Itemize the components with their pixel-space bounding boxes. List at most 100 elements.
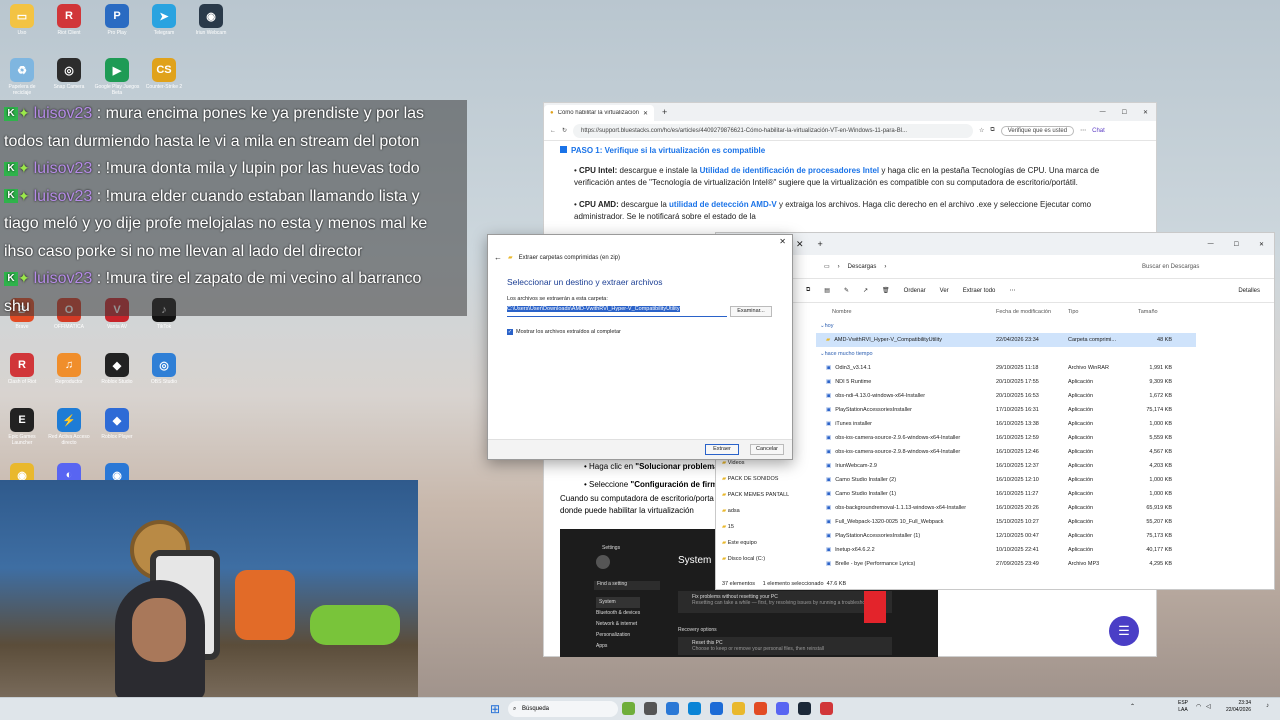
menu-icon[interactable]: ⋯ [1080,127,1086,134]
desktop-icon[interactable]: ◎ OBS Studio [141,353,187,385]
explorer-address[interactable]: Descargas [848,264,877,270]
sidebar-item[interactable]: ▰ PACK DE SONIDOS [722,471,812,487]
desktop-icon[interactable]: ▭ Uso [0,4,45,36]
reload-icon[interactable]: ↻ [562,127,567,134]
collections-icon[interactable]: ⧉ [990,127,994,134]
maximize-icon[interactable]: ☐ [1114,109,1135,116]
explorer-maximize-icon[interactable]: ☐ [1224,241,1249,248]
sort-button[interactable]: Ordenar [904,288,926,294]
sidebar-item[interactable]: ▰ Este equipo [722,535,812,551]
file-row[interactable]: ▣ obs-ios-camera-source-2.9.8-windows-x64… [816,445,1196,459]
lang-indicator[interactable]: ESP LAA [1178,700,1188,714]
file-row[interactable]: ▣ Camo Studio Installer (1) 16/10/2025 11:… [816,487,1196,501]
explorer-close-icon[interactable]: ✕ [1249,241,1274,248]
chat-bubble-button[interactable]: ☰ [1109,616,1139,646]
file-row[interactable]: ▣ Odin3_v3.14.1 29/10/2025 11:18 Archivo Wi… [816,361,1196,375]
taskbar-app-icon[interactable] [732,702,745,715]
desktop-icon[interactable]: ◉ Iriun Webcam [188,4,234,36]
taskbar-app-icon[interactable] [798,702,811,715]
desktop-icon[interactable]: ♫ Reproductor [46,353,92,385]
desktop-icon[interactable]: ◎ Snap Camera [46,58,92,90]
view-button[interactable]: Ver [940,288,949,294]
file-row[interactable]: ▣ Camo Studio Installer (2) 16/10/2025 12:… [816,473,1196,487]
volume-icon[interactable]: ◁ [1206,703,1211,710]
extract-button[interactable]: Extraer [705,444,739,455]
taskbar-app-icon[interactable] [666,702,679,715]
taskbar-app-icon[interactable] [820,702,833,715]
clock[interactable]: 23:34 22/04/2026 [1226,700,1251,714]
browse-button[interactable]: Examinar... [730,306,772,317]
destination-path-input[interactable]: C:\Users\User\Downloads\AMD-VwithRVI_Hyp… [507,306,727,317]
col-name[interactable]: Nombre [816,309,996,315]
file-row[interactable]: ▣ Brelle - bye (Performance Lyrics) 27/09/… [816,557,1196,571]
new-tab-icon[interactable]: + [662,107,667,117]
favorite-icon[interactable]: ☆ [979,127,984,134]
desktop-icon[interactable]: R Clash of Riot [0,353,45,385]
copy-icon[interactable]: ⧉ [806,287,810,294]
desktop-icon[interactable]: E Epic Games Launcher [0,408,45,446]
col-type[interactable]: Tipo [1068,309,1138,315]
show-files-checkbox-row[interactable]: ✓ Mostrar los archivos extraídos al comp… [507,329,621,335]
start-icon[interactable]: ⊞ [490,702,500,716]
sidebar-item[interactable]: ▰ 15 [722,519,812,535]
taskbar-app-icon[interactable] [688,702,701,715]
file-row[interactable]: ▣ PlayStationAccessoriesInstaller 17/10/20… [816,403,1196,417]
extract-all-button[interactable]: Extraer todo [963,288,996,294]
browser-tab[interactable]: ● Cómo habilitar la virtualización (VT..… [544,105,654,121]
explorer-minimize-icon[interactable]: — [1198,241,1224,247]
explorer-tab-close-icon[interactable]: ✕ [796,239,804,250]
group-header-old[interactable]: ⌄ hace mucho tiempo [816,347,1196,361]
file-row[interactable]: ▣ obs-backgroundremoval-1.1.13-windows-x6… [816,501,1196,515]
sidebar-item[interactable]: ▰ Disco local (C:) [722,551,812,567]
taskbar-search[interactable]: ⌕ Búsqueda [508,701,618,717]
intel-utility-link[interactable]: Utilidad de identificación de procesador… [700,166,880,175]
cancel-button[interactable]: Cancelar [750,444,784,455]
desktop-icon[interactable]: CS Counter-Strike 2 [141,58,187,90]
sidebar-item[interactable]: ▰ PACK MEMES PANTALL [722,487,812,503]
taskbar-app-icon[interactable] [776,702,789,715]
notification-icon[interactable]: ♪ [1266,703,1269,709]
explorer-new-tab-icon[interactable]: + [818,239,823,249]
file-row[interactable]: ▣ IriunWebcam-2.9 16/10/2025 12:37 Aplicaci… [816,459,1196,473]
file-row[interactable]: ▣ iTunes installer 16/10/2025 13:38 Aplicac… [816,417,1196,431]
taskbar-app-icon[interactable] [644,702,657,715]
desktop-icon[interactable]: P Pro Play [94,4,140,36]
back-icon[interactable]: ← [550,128,556,134]
file-row[interactable]: ▣ obs-ndi-4.13.0-windows-x64-Installer 20/… [816,389,1196,403]
taskbar-app-icon[interactable] [754,702,767,715]
desktop-icon[interactable]: ◆ Roblox Studio [94,353,140,385]
taskbar-app-icon[interactable] [710,702,723,715]
desktop-icon[interactable]: ➤ Telegram [141,4,187,36]
file-row[interactable]: ▣ PlayStationAccessoriesInstaller (1) 12/1… [816,529,1196,543]
file-row[interactable]: ▣ NDI 5 Runtime 20/10/2025 17:55 Aplicación… [816,375,1196,389]
dialog-close-icon[interactable]: ✕ [779,237,786,246]
details-button[interactable]: Detalles [1238,288,1260,294]
share-icon[interactable]: ↗ [863,287,868,294]
rename-icon[interactable]: ✎ [844,287,849,294]
desktop-icon[interactable]: ⚡ Red Activa Acceso directo [46,408,92,446]
col-size[interactable]: Tamaño [1138,309,1172,315]
desktop-icon[interactable]: R Riot Client [46,4,92,36]
desktop-icon[interactable]: ▶ Google Play Juegos Beta [94,58,140,96]
col-date[interactable]: Fecha de modificación [996,309,1068,315]
taskbar-app-icon[interactable] [622,702,635,715]
checkbox-checked-icon[interactable]: ✓ [507,329,513,335]
desktop-icon[interactable]: ♻ Papelera de reciclaje [0,58,45,96]
close-icon[interactable]: ✕ [1135,109,1156,116]
more-icon[interactable]: ⋯ [1009,287,1015,294]
url-input[interactable]: https://support.bluestacks.com/hc/es/art… [573,123,974,138]
back-arrow-icon[interactable]: ← [494,253,502,262]
file-row[interactable]: ▣ Full_Webpack-1320-0025 10_Full_Webpack 1… [816,515,1196,529]
explorer-search-input[interactable]: Buscar en Descargas [1142,264,1262,270]
file-row[interactable]: ▣ obs-ios-camera-source-2.9.6-windows-x64… [816,431,1196,445]
file-row[interactable]: ▰ AMD-VwithRVI_Hyper-V_CompatibilityUtili… [816,333,1196,347]
minimize-icon[interactable]: — [1092,109,1114,115]
amd-utility-link[interactable]: utilidad de detección AMD-V [669,200,777,209]
tray-chevron-icon[interactable]: ⌃ [1130,703,1135,710]
delete-icon[interactable]: 🗑 [882,287,890,294]
tab-close-icon[interactable]: ✕ [643,110,648,117]
sidebar-item[interactable]: ▰ adsa [722,503,812,519]
paste-icon[interactable]: ▤ [824,287,830,294]
chat-button[interactable]: Chat [1092,128,1105,134]
file-row[interactable]: ▣ lnetup-x64.6.2.2 10/10/2025 22:41 Aplicac… [816,543,1196,557]
